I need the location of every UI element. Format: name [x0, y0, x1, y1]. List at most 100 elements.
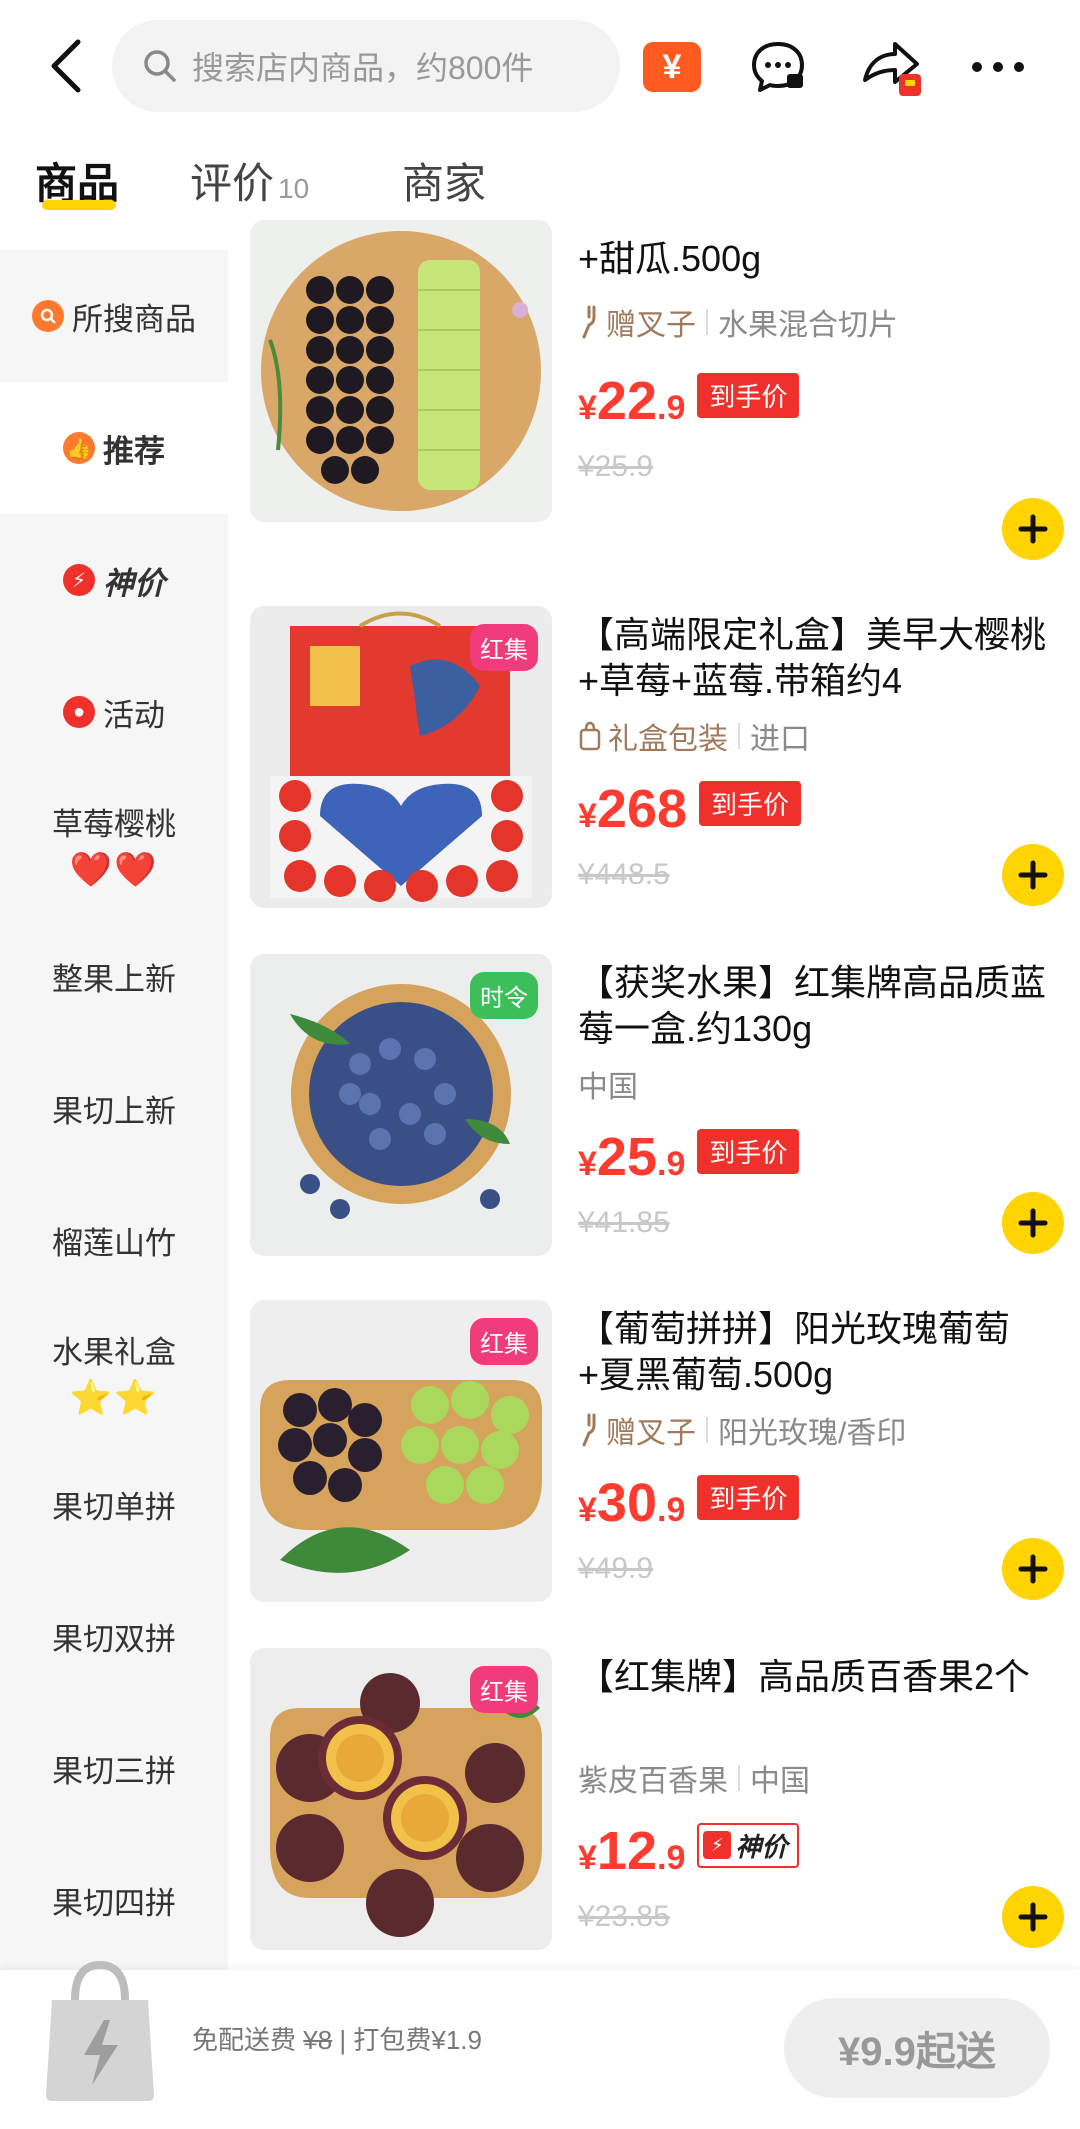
sidebar-item-gift-box[interactable]: 水果礼盒 ⭐⭐	[0, 1306, 228, 1438]
meta-divider	[738, 1765, 740, 1791]
sidebar-item-recommend[interactable]: 👍 推荐	[0, 382, 228, 514]
product-card[interactable]: +甜瓜.500g 赠叉子 水果混合切片 ¥ 22 .9 到手价 ¥25.9	[250, 220, 1080, 562]
plus-icon	[1018, 1902, 1048, 1932]
sidebar-item-label: 神价	[103, 565, 165, 601]
top-bar: 搜索店内商品，约800件 ¥	[0, 0, 1080, 135]
product-meta: 紫皮百香果 中国	[578, 1756, 810, 1800]
sidebar-item-cut-triple[interactable]: 果切三拼	[0, 1702, 228, 1834]
price-symbol: ¥	[578, 797, 597, 835]
add-to-cart-button[interactable]	[1002, 844, 1064, 906]
shopping-bag-icon	[46, 1960, 154, 2101]
product-title: 【获奖水果】红集牌高品质蓝莓一盒.约130g	[578, 962, 1047, 1049]
product-image[interactable]: 红集	[250, 606, 552, 908]
product-perk-label: 赠叉子	[606, 1417, 696, 1450]
price-symbol: ¥	[578, 1491, 597, 1529]
brand-badge: 红集	[470, 1318, 538, 1365]
price-integer: 268	[596, 779, 688, 839]
price-integer: 22	[596, 371, 657, 431]
sidebar-item-label: 活动	[103, 697, 165, 733]
search-icon	[32, 300, 64, 332]
sidebar-item-whole-fruit[interactable]: 整果上新	[0, 910, 228, 1042]
product-price: ¥ 268 到手价	[578, 778, 802, 840]
share-button[interactable]	[857, 32, 927, 102]
brand-badge: 红集	[470, 1666, 538, 1713]
add-to-cart-button[interactable]	[1002, 1538, 1064, 1600]
sidebar-item-label: 果切单拼	[52, 1489, 176, 1525]
product-card[interactable]: 时令 【获奖水果】红集牌高品质蓝莓一盒.约130g 中国 ¥ 25 .9 到手价…	[250, 954, 1080, 1256]
price-integer: 25	[596, 1127, 657, 1187]
sidebar-item-cut-fruit-new[interactable]: 果切上新	[0, 1042, 228, 1174]
product-spec: 阳光玫瑰/香印	[718, 1417, 907, 1450]
sidebar-item-strawberry-cherry[interactable]: 草莓樱桃 ❤️❤️	[0, 778, 228, 910]
plus-icon	[1018, 1208, 1048, 1238]
price-label-text: 神价	[735, 1831, 788, 1862]
product-spec: 进口	[750, 723, 810, 756]
product-image[interactable]: 红集	[250, 1300, 552, 1602]
product-perk-label: 礼盒包装	[608, 723, 728, 756]
search-icon	[144, 50, 176, 82]
sidebar-item-cut-double[interactable]: 果切双拼	[0, 1570, 228, 1702]
sidebar-item-label: 推荐	[103, 433, 165, 469]
min-order-button[interactable]: ¥9.9起送	[784, 1998, 1050, 2098]
price-symbol: ¥	[578, 389, 597, 427]
product-image[interactable]	[250, 220, 552, 522]
product-image[interactable]: 时令	[250, 954, 552, 1256]
product-card[interactable]: 红集 【葡萄拼拼】阳光玫瑰葡萄+夏黑葡萄.500g 赠叉子 阳光玫瑰/香印 ¥ …	[250, 1300, 1080, 1602]
cart-button[interactable]	[40, 1955, 160, 2105]
sidebar-item-label: 果切四拼	[52, 1885, 176, 1921]
back-button[interactable]	[40, 35, 90, 97]
price-label-badge: 到手价	[697, 372, 800, 418]
active-tab-indicator	[42, 200, 116, 210]
product-title: 【高端限定礼盒】美早大樱桃+草莓+蓝莓.带箱约4	[578, 614, 1047, 701]
sidebar-item-label: 果切上新	[52, 1093, 176, 1129]
price-decimal: .9	[657, 1839, 686, 1877]
original-price: ¥448.5	[578, 858, 670, 891]
sidebar-item-label: 所搜商品	[72, 301, 196, 337]
product-spec: 紫皮百香果	[578, 1765, 728, 1798]
tab-reviews-label: 评价	[190, 160, 275, 207]
product-price: ¥ 25 .9 到手价	[578, 1126, 800, 1188]
add-to-cart-button[interactable]	[1002, 498, 1064, 560]
sidebar-item-cut-quad[interactable]: 果切四拼	[0, 1834, 228, 1966]
product-price: ¥ 22 .9 到手价	[578, 370, 800, 432]
fork-icon	[582, 305, 596, 339]
tab-reviews-count: 10	[278, 173, 310, 204]
search-input[interactable]: 搜索店内商品，约800件	[112, 20, 620, 112]
sidebar-item-cut-single[interactable]: 果切单拼	[0, 1438, 228, 1570]
product-price: ¥ 12 .9 ⚡ 神价	[578, 1820, 800, 1882]
tab-reviews[interactable]: 评价 10	[190, 150, 309, 211]
product-card[interactable]: 红集 【高端限定礼盒】美早大樱桃+草莓+蓝莓.带箱约4 礼盒包装 进口 ¥ 26…	[250, 606, 1080, 908]
sidebar-item-durian[interactable]: 榴莲山竹	[0, 1174, 228, 1306]
sidebar-item-label: 榴莲山竹	[52, 1225, 176, 1261]
price-decimal: .9	[657, 389, 686, 427]
product-meta: 中国	[578, 1062, 638, 1106]
sidebar-item-god-price[interactable]: ⚡ 神价	[0, 514, 228, 646]
thumbs-up-icon: 👍	[63, 432, 95, 464]
delivery-fee-info: 免配送费 ¥8 | 打包费¥1.9	[192, 2020, 482, 2057]
price-label-badge: 到手价	[699, 780, 802, 826]
meta-divider	[706, 309, 708, 335]
product-card[interactable]: 红集 【红集牌】高品质百香果2个 紫皮百香果 中国 ¥ 12 .9 ⚡ 神价 ¥…	[250, 1648, 1080, 1950]
price-label-badge: 到手价	[697, 1128, 800, 1174]
product-meta: 礼盒包装 进口	[578, 714, 810, 758]
gift-bag-icon	[579, 721, 601, 751]
sidebar-item-label: 整果上新	[52, 961, 176, 997]
sidebar-item-activity[interactable]: ● 活动	[0, 646, 228, 778]
sidebar-item-label: 草莓樱桃	[52, 806, 176, 842]
sidebar-item-searched[interactable]: 所搜商品	[0, 250, 228, 382]
add-to-cart-button[interactable]	[1002, 1192, 1064, 1254]
free-delivery-label: 免配送费	[192, 2025, 297, 2055]
sidebar-item-label: 果切双拼	[52, 1621, 176, 1657]
coupon-button[interactable]: ¥	[637, 32, 707, 102]
customer-service-button[interactable]	[743, 32, 813, 102]
meta-divider	[706, 1417, 708, 1443]
more-dots-icon	[972, 62, 1024, 72]
add-to-cart-button[interactable]	[1002, 1886, 1064, 1948]
product-spec: 水果混合切片	[718, 309, 898, 342]
product-image[interactable]: 红集	[250, 1648, 552, 1950]
yen-coupon-icon: ¥	[643, 42, 701, 92]
product-origin: 中国	[578, 1071, 638, 1104]
more-button[interactable]	[963, 32, 1033, 102]
chevron-left-icon	[51, 39, 81, 93]
tab-merchant[interactable]: 商家	[402, 150, 486, 211]
